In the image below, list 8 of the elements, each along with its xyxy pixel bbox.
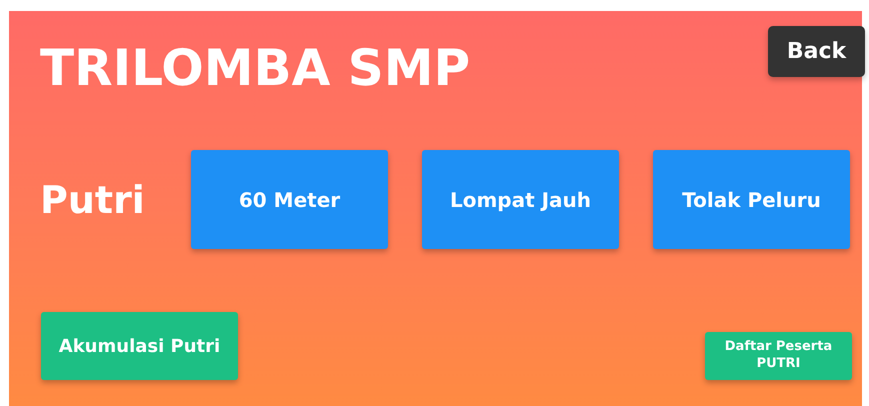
event-button[interactable]: 60 Meter <box>191 150 388 249</box>
page-title: TRILOMBA SMP <box>40 38 470 98</box>
participants-button[interactable]: Daftar Peserta PUTRI <box>705 332 852 380</box>
category-label: Putri <box>40 178 146 222</box>
back-button[interactable]: Back <box>768 26 865 77</box>
event-button[interactable]: Lompat Jauh <box>422 150 619 249</box>
accumulation-button[interactable]: Akumulasi Putri <box>41 312 238 380</box>
event-button[interactable]: Tolak Peluru <box>653 150 850 249</box>
